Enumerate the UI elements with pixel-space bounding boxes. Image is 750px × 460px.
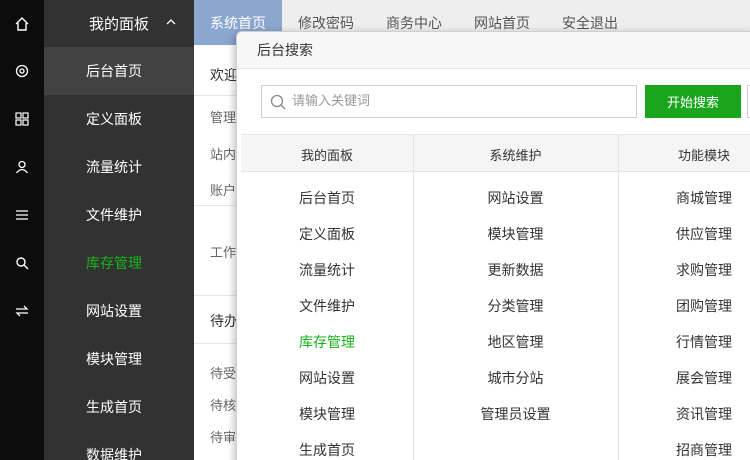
link-admin-settings[interactable]: 管理员设置 [413,396,618,432]
sidebar-header-label: 我的面板 [88,15,149,33]
search-row: 开始搜索 [261,85,750,118]
home-icon[interactable] [0,0,44,48]
link-supply-management[interactable]: 供应管理 [618,216,750,252]
start-search-button[interactable]: 开始搜索 [645,85,741,118]
sidebar-item-site-settings[interactable]: 网站设置 [44,287,194,335]
link-dashboard[interactable]: 后台首页 [241,180,413,216]
sidebar-item-inventory[interactable]: 库存管理 [44,239,194,287]
sidebar-item-module-management[interactable]: 模块管理 [44,335,194,383]
link-custom-panel[interactable]: 定义面板 [241,216,413,252]
magnifier-icon [270,94,286,110]
link-mall-management[interactable]: 商城管理 [618,180,750,216]
sidebar-item-label: 生成首页 [86,400,142,416]
tab-label: 系统首页 [210,15,266,32]
search-box[interactable] [261,85,637,118]
sidebar-item-label: 流量统计 [86,160,142,176]
link-inventory[interactable]: 库存管理 [241,324,413,360]
link-exhibition-management[interactable]: 展会管理 [618,360,750,396]
search-panel: 后台搜索 开始搜索 我的面板 系统维护 功能模块 后台首页 定义面板 流量统计 … [236,31,750,460]
sidebar-item-label: 定义面板 [86,112,142,128]
column-list-my-panel: 后台首页 定义面板 流量统计 文件维护 库存管理 网站设置 模块管理 生成首页 [241,180,413,460]
link-traffic-stats[interactable]: 流量统计 [241,252,413,288]
column-header-row: 我的面板 系统维护 功能模块 [241,134,750,172]
sidebar-item-generate-home[interactable]: 生成首页 [44,383,194,431]
sidebar-item-dashboard[interactable]: 后台首页 [44,47,194,95]
sidebar-item-label: 文件维护 [86,208,142,224]
search-input[interactable] [292,94,622,109]
search-icon[interactable] [0,239,44,287]
tab-label: 商务中心 [386,15,442,32]
tab-label: 修改密码 [298,15,354,32]
bg-text: 账户 [210,184,237,199]
bg-text: 待受 [210,367,237,382]
bg-text: 工作 [210,246,237,261]
sidebar-item-file-maintenance[interactable]: 文件维护 [44,191,194,239]
link-market-management[interactable]: 行情管理 [618,324,750,360]
sidebar-item-label: 数据维护 [86,448,142,460]
link-category-management[interactable]: 分类管理 [413,288,618,324]
grid-icon[interactable] [0,95,44,143]
column-header-function-modules: 功能模块 [677,148,730,164]
column-list-system-maintenance: 网站设置 模块管理 更新数据 分类管理 地区管理 城市分站 管理员设置 [413,180,618,432]
bg-text: 管理 [210,111,237,126]
bg-text: 站内 [210,148,237,163]
link-news-management[interactable]: 资讯管理 [618,396,750,432]
link-group-buy-management[interactable]: 团购管理 [618,288,750,324]
sidebar-item-data-maintenance[interactable]: 数据维护 [44,431,194,460]
user-icon[interactable] [0,143,44,191]
sidebar-item-custom-panel[interactable]: 定义面板 [44,95,194,143]
settings-icon[interactable] [0,47,44,95]
link-module-management[interactable]: 模块管理 [241,396,413,432]
tab-label: 网站首页 [474,15,530,32]
link-region-management[interactable]: 地区管理 [413,324,618,360]
sidebar-item-label: 模块管理 [86,352,142,368]
panel-header: 后台搜索 [237,32,750,69]
category-columns: 我的面板 系统维护 功能模块 后台首页 定义面板 流量统计 文件维护 库存管理 … [241,134,750,460]
tab-label: 安全退出 [562,15,618,32]
bg-text: 待审 [210,431,237,446]
icon-rail [0,0,44,460]
column-header-my-panel: 我的面板 [300,148,353,164]
column-list-function-modules: 商城管理 供应管理 求购管理 团购管理 行情管理 展会管理 资讯管理 招商管理 [618,180,750,460]
column-header-system-maintenance: 系统维护 [489,148,542,164]
swap-icon[interactable] [0,287,44,335]
list-icon[interactable] [0,191,44,239]
panel-title: 后台搜索 [257,43,313,59]
sidebar-item-label: 网站设置 [86,304,142,320]
link-file-maintenance[interactable]: 文件维护 [241,288,413,324]
sidebar-item-label: 后台首页 [86,64,142,80]
link-modules[interactable]: 模块管理 [413,216,618,252]
link-investment-management[interactable]: 招商管理 [618,432,750,460]
sidebar-item-traffic-stats[interactable]: 流量统计 [44,143,194,191]
link-generate-home[interactable]: 生成首页 [241,432,413,460]
link-city-branch[interactable]: 城市分站 [413,360,618,396]
bg-text: 欢迎 [210,68,238,84]
sidebar-header[interactable]: 我的面板 [44,0,194,47]
link-website-settings[interactable]: 网站设置 [413,180,618,216]
bg-text: 待核 [210,399,237,414]
link-purchase-management[interactable]: 求购管理 [618,252,750,288]
sidebar: 我的面板 后台首页 定义面板 流量统计 文件维护 库存管理 网站设置 模块管理 … [44,0,194,460]
chevron-up-icon [166,19,176,25]
bg-text: 待办 [210,314,238,330]
link-site-settings[interactable]: 网站设置 [241,360,413,396]
sidebar-item-label: 库存管理 [86,256,142,272]
link-update-data[interactable]: 更新数据 [413,252,618,288]
